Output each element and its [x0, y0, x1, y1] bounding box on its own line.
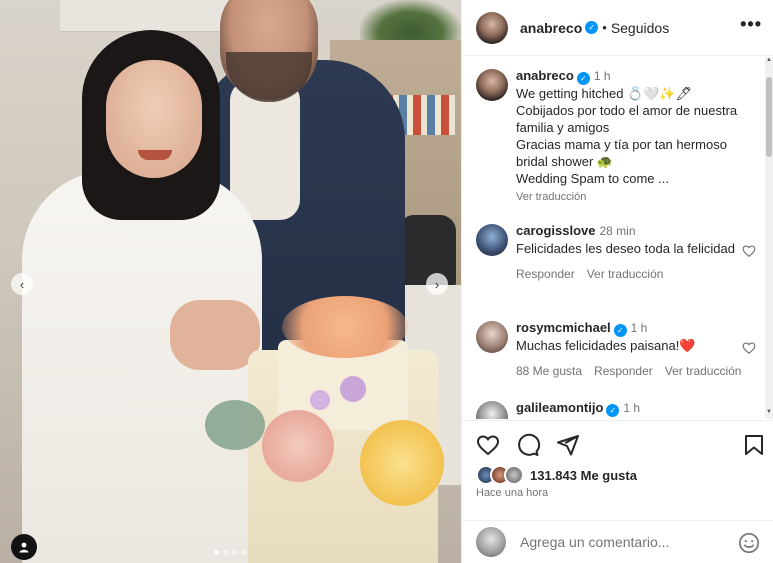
comment-meta: 88 Me gusta Responder Ver traducción: [516, 363, 746, 380]
reply-link[interactable]: Responder: [594, 363, 653, 380]
verified-icon: ✓: [585, 21, 599, 34]
caption-line: Gracias mama y tía por tan hermoso: [516, 137, 727, 152]
carousel-next-button[interactable]: ›: [426, 273, 448, 295]
likes-count[interactable]: 131.843 Me gusta: [530, 468, 637, 483]
scroll-up-arrow-icon[interactable]: ▲: [765, 57, 773, 67]
user-tag-icon: [19, 542, 29, 553]
chevron-left-icon: ‹: [19, 276, 25, 292]
more-icon[interactable]: •••: [740, 14, 762, 35]
reply-link[interactable]: Responder: [516, 266, 575, 283]
heart-icon[interactable]: [476, 433, 500, 457]
likes-summary[interactable]: 131.843 Me gusta: [476, 465, 637, 485]
caption-translate-link[interactable]: Ver traducción: [516, 189, 746, 206]
comment-likes[interactable]: 88 Me gusta: [516, 363, 582, 380]
post-details-panel: anabreco ✓ • Seguidos ••• anabreco ✓ 1 h W…: [461, 0, 773, 563]
caption-line: Wedding Spam to come ...: [516, 171, 669, 186]
caption: anabreco ✓ 1 h We getting hitched 💍🤍✨🖊 Cob…: [476, 67, 766, 206]
avatar: [504, 465, 524, 485]
carousel-dot: [232, 550, 237, 555]
verified-icon: ✓: [576, 72, 590, 85]
carousel-dot: [214, 550, 219, 555]
verified-icon: ✓: [606, 404, 620, 417]
bookmark-icon[interactable]: [742, 433, 766, 457]
post-author-username[interactable]: anabreco: [520, 20, 582, 36]
comment-time[interactable]: 1 h: [623, 401, 640, 415]
comment-item: rosymcmichael ✓ 1 h Muchas felicidades pai…: [476, 319, 766, 380]
carousel-prev-button[interactable]: ‹: [11, 273, 33, 295]
scroll-down-arrow-icon[interactable]: ▼: [765, 409, 773, 419]
heart-icon[interactable]: [742, 244, 756, 258]
tagged-users-button[interactable]: [11, 534, 37, 560]
comment-item: galileamontijo ✓ 1 h: [476, 399, 766, 419]
comment-time[interactable]: 28 min: [600, 224, 636, 238]
comment-text: Muchas felicidades paisana!❤️: [516, 338, 696, 353]
photo-bride-face: [106, 60, 202, 178]
translate-link[interactable]: Ver traducción: [665, 363, 742, 380]
photo-flower-pink-rose: [262, 410, 334, 482]
translate-link[interactable]: Ver traducción: [587, 266, 664, 283]
post-timestamp[interactable]: Hace una hora: [476, 487, 548, 499]
photo-hands: [170, 300, 260, 370]
verified-icon: ✓: [613, 324, 627, 337]
post-header: anabreco ✓ • Seguidos •••: [462, 0, 773, 56]
emoji-icon[interactable]: [738, 532, 760, 554]
caption-time[interactable]: 1 h: [594, 69, 611, 83]
photo-eucalyptus: [205, 400, 265, 450]
post-actions: 131.843 Me gusta Hace una hora: [462, 420, 773, 528]
photo-bride-smile: [138, 150, 172, 160]
heart-icon[interactable]: [742, 341, 756, 355]
comment-icon[interactable]: [516, 433, 540, 457]
comment-input[interactable]: [520, 534, 730, 550]
comment-username[interactable]: rosymcmichael: [516, 320, 611, 335]
comment-username[interactable]: carogisslove: [516, 223, 596, 238]
comment-composer: [462, 520, 773, 563]
avatar[interactable]: [476, 11, 508, 44]
share-icon[interactable]: [556, 433, 580, 457]
comment-time[interactable]: 1 h: [631, 321, 648, 335]
comments-list[interactable]: anabreco ✓ 1 h We getting hitched 💍🤍✨🖊 Cob…: [462, 57, 767, 419]
follow-status-button[interactable]: Seguidos: [611, 20, 669, 36]
photo-flower-yellow-rose: [360, 420, 444, 506]
chevron-right-icon: ›: [434, 276, 440, 292]
carousel-dot: [223, 550, 228, 555]
avatar: [476, 527, 506, 557]
caption-line: familia y amigos: [516, 120, 610, 135]
photo-flower-lilac-small: [310, 390, 330, 410]
avatar[interactable]: [476, 224, 508, 256]
scrollbar-thumb[interactable]: [766, 77, 772, 157]
avatar[interactable]: [476, 69, 508, 101]
carousel-dot: [241, 550, 246, 555]
caption-username[interactable]: anabreco: [516, 68, 574, 83]
avatar[interactable]: [476, 401, 508, 419]
carousel-indicator: [214, 550, 246, 555]
photo-flower-peach: [282, 296, 408, 358]
comment-item: carogisslove 28 min Felicidades les deseo…: [476, 222, 766, 283]
caption-line: bridal shower 🐢: [516, 154, 614, 169]
caption-line: Cobijados por todo el amor de nuestra: [516, 103, 738, 118]
comment-meta: Responder Ver traducción: [516, 266, 746, 283]
comment-text: Felicidades les deseo toda la felicidad: [516, 241, 735, 256]
photo-kitchen-cabinet: [60, 0, 230, 32]
comment-username[interactable]: galileamontijo: [516, 400, 603, 415]
comments-scrollbar[interactable]: ▲ ▼: [765, 57, 773, 419]
separator-dot: •: [602, 20, 607, 35]
post-photo[interactable]: ‹ ›: [0, 0, 461, 563]
photo-flower-lilac: [340, 376, 366, 402]
avatar[interactable]: [476, 321, 508, 353]
caption-line: We getting hitched 💍🤍✨🖊: [516, 86, 693, 101]
